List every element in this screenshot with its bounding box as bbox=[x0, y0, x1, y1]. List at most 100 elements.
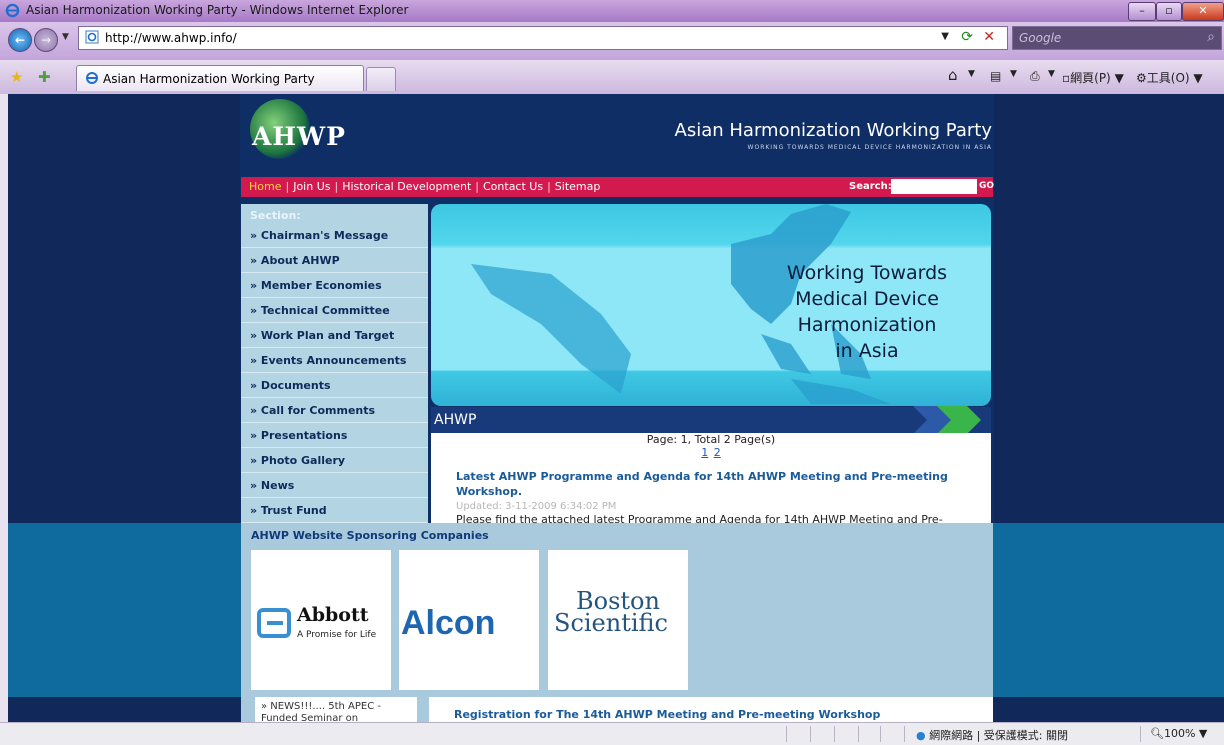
sponsor-name: Boston Scientific bbox=[554, 589, 668, 637]
tab-page-icon bbox=[86, 72, 98, 84]
window-title: Asian Harmonization Working Party - Wind… bbox=[26, 3, 409, 17]
banner-slogan: Working Towards Medical Device Harmoniza… bbox=[757, 260, 977, 364]
sidebar-item-label[interactable]: » About AHWP bbox=[250, 254, 340, 267]
refresh-icon[interactable]: ⟳ bbox=[961, 29, 973, 45]
sidebar-item-label[interactable]: » News bbox=[250, 479, 294, 492]
status-divider bbox=[810, 726, 811, 742]
news-updated: Updated: 3-11-2009 6:34:02 PM bbox=[456, 501, 617, 512]
sidebar-item-label[interactable]: » Work Plan and Target bbox=[250, 329, 394, 342]
sponsor-alcon[interactable]: Alcon bbox=[399, 550, 539, 690]
stop-icon[interactable]: ✕ bbox=[983, 29, 995, 45]
page-link-2[interactable]: 2 bbox=[714, 446, 721, 459]
sponsor-abbott[interactable]: Abbott A Promise for Life bbox=[251, 550, 391, 690]
print-dropdown-icon[interactable]: ▼ bbox=[1048, 69, 1055, 79]
news-ticker-link[interactable]: » NEWS!!!.... 5th APEC - Funded Seminar … bbox=[261, 701, 381, 722]
menu-sitemap[interactable]: Sitemap bbox=[555, 180, 601, 193]
address-toolbar: ← → ▼ http://www.ahwp.info/ ▼ ⟳ ✕ Google… bbox=[0, 22, 1224, 60]
sidebar-item-about-ahwp[interactable]: » About AHWP bbox=[241, 248, 428, 273]
menu-home[interactable]: Home bbox=[249, 180, 281, 193]
menu-historical-development[interactable]: Historical Development bbox=[342, 180, 471, 193]
address-field[interactable]: http://www.ahwp.info/ ▼ ⟳ ✕ bbox=[78, 26, 1008, 50]
sidebar-item-chairmans-message[interactable]: » Chairman's Message bbox=[241, 223, 428, 248]
sidebar-item-call-for-comments[interactable]: » Call for Comments bbox=[241, 398, 428, 423]
window-title-bar: Asian Harmonization Working Party - Wind… bbox=[0, 0, 1224, 22]
recent-pages-dropdown-icon[interactable]: ▼ bbox=[62, 32, 69, 42]
status-divider bbox=[834, 726, 835, 742]
sidebar-section-label: Section: bbox=[250, 209, 301, 222]
sidebar-item-label[interactable]: » Documents bbox=[250, 379, 331, 392]
site-logo[interactable]: AHWP bbox=[252, 122, 346, 151]
banner-line: Medical Device bbox=[795, 288, 939, 310]
minimize-button[interactable]: – bbox=[1128, 2, 1156, 21]
sidebar-item-label[interactable]: » Call for Comments bbox=[250, 404, 375, 417]
sidebar-item-member-economies[interactable]: » Member Economies bbox=[241, 273, 428, 298]
sidebar-item-trust-fund[interactable]: » Trust Fund bbox=[241, 498, 428, 523]
sponsor-name-line: Scientific bbox=[554, 609, 668, 637]
sidebar-item-events[interactable]: » Events Announcements bbox=[241, 348, 428, 373]
search-icon[interactable]: ⌕ bbox=[1207, 29, 1215, 45]
site-search-input[interactable] bbox=[891, 179, 977, 194]
close-window-button[interactable]: ✕ bbox=[1182, 2, 1224, 21]
pagination-info: Page: 1, Total 2 Page(s) bbox=[646, 433, 776, 446]
new-tab-button[interactable] bbox=[366, 67, 396, 91]
tools-menu[interactable]: ⚙工具(O) ▼ bbox=[1136, 69, 1203, 86]
page-menu[interactable]: ▫網頁(P) ▼ bbox=[1062, 69, 1124, 86]
forward-button[interactable]: → bbox=[34, 28, 58, 52]
status-bar: ● 網際網路 | 受保護模式: 關閉 🔍︎100% ▼ bbox=[0, 722, 1224, 745]
section-sidebar: Section: » Chairman's Message » About AH… bbox=[241, 204, 428, 523]
home-dropdown-icon[interactable]: ▼ bbox=[968, 69, 975, 79]
sidebar-item-technical-committee[interactable]: » Technical Committee bbox=[241, 298, 428, 323]
menu-items: Home | Join Us | Historical Development | Cont… bbox=[249, 180, 601, 193]
menu-contact-us[interactable]: Contact Us bbox=[483, 180, 543, 193]
sidebar-item-documents[interactable]: » Documents bbox=[241, 373, 428, 398]
hero-banner: Working Towards Medical Device Harmoniza… bbox=[431, 204, 991, 406]
sponsors-title: AHWP Website Sponsoring Companies bbox=[251, 529, 489, 542]
add-favorites-icon[interactable]: ✚ bbox=[38, 68, 51, 86]
sidebar-item-label[interactable]: » Member Economies bbox=[250, 279, 382, 292]
pagination-links: 1 2 bbox=[431, 446, 991, 459]
search-box[interactable]: Google ⌕ bbox=[1012, 26, 1222, 50]
news-title-link[interactable]: Latest AHWP Programme and Agenda for 14t… bbox=[456, 469, 976, 499]
sidebar-item-news[interactable]: » News bbox=[241, 473, 428, 498]
zoom-level[interactable]: 🔍︎100% ▼ bbox=[1150, 727, 1207, 740]
status-divider bbox=[858, 726, 859, 742]
sidebar-item-label[interactable]: » Technical Committee bbox=[250, 304, 390, 317]
security-zone[interactable]: ● 網際網路 | 受保護模式: 關閉 bbox=[916, 727, 1068, 743]
site-search-label: Search: bbox=[849, 181, 892, 192]
back-button[interactable]: ← bbox=[8, 28, 32, 52]
web-page: AHWP Asian Harmonization Working Party W… bbox=[8, 94, 1224, 722]
sidebar-item-label[interactable]: » Presentations bbox=[250, 429, 347, 442]
sponsor-boston-scientific[interactable]: Boston Scientific bbox=[548, 550, 688, 690]
print-icon[interactable]: ⎙ bbox=[1030, 69, 1040, 84]
sidebar-item-presentations[interactable]: » Presentations bbox=[241, 423, 428, 448]
section-title-bar: AHWP bbox=[431, 406, 991, 434]
sponsor-name-line: Boston bbox=[576, 587, 660, 615]
banner-line: Harmonization bbox=[797, 314, 937, 336]
sidebar-item-label[interactable]: » Events Announcements bbox=[250, 354, 406, 367]
status-divider bbox=[1140, 726, 1141, 742]
status-divider bbox=[786, 726, 787, 742]
sponsor-tagline: A Promise for Life bbox=[297, 630, 377, 640]
tab-active[interactable]: Asian Harmonization Working Party bbox=[76, 65, 364, 91]
home-icon[interactable]: ⌂ bbox=[948, 66, 958, 84]
sidebar-item-label[interactable]: » Trust Fund bbox=[250, 504, 327, 517]
zoom-icon: 🔍︎ bbox=[1150, 727, 1164, 740]
maximize-button[interactable]: ▫ bbox=[1156, 2, 1182, 21]
menu-join-us[interactable]: Join Us bbox=[293, 180, 330, 193]
news-title-link[interactable]: Registration for The 14th AHWP Meeting a… bbox=[454, 708, 880, 721]
sidebar-item-label[interactable]: » Chairman's Message bbox=[250, 229, 388, 242]
sidebar-item-work-plan[interactable]: » Work Plan and Target bbox=[241, 323, 428, 348]
org-name: Asian Harmonization Working Party bbox=[674, 120, 992, 141]
url-text[interactable]: http://www.ahwp.info/ bbox=[105, 31, 237, 45]
feeds-dropdown-icon[interactable]: ▼ bbox=[1010, 69, 1017, 79]
site-search-go-button[interactable]: GO bbox=[979, 181, 994, 191]
tab-label[interactable]: Asian Harmonization Working Party bbox=[103, 72, 315, 86]
feeds-icon[interactable]: ▤ bbox=[990, 69, 1001, 83]
search-placeholder[interactable]: Google bbox=[1019, 31, 1061, 45]
section-title: AHWP bbox=[434, 412, 477, 428]
page-link-1[interactable]: 1 bbox=[701, 446, 708, 459]
sidebar-item-label[interactable]: » Photo Gallery bbox=[250, 454, 345, 467]
address-dropdown-icon[interactable]: ▼ bbox=[941, 31, 949, 42]
favorites-star-icon[interactable]: ★ bbox=[10, 68, 23, 86]
sidebar-item-photo-gallery[interactable]: » Photo Gallery bbox=[241, 448, 428, 473]
